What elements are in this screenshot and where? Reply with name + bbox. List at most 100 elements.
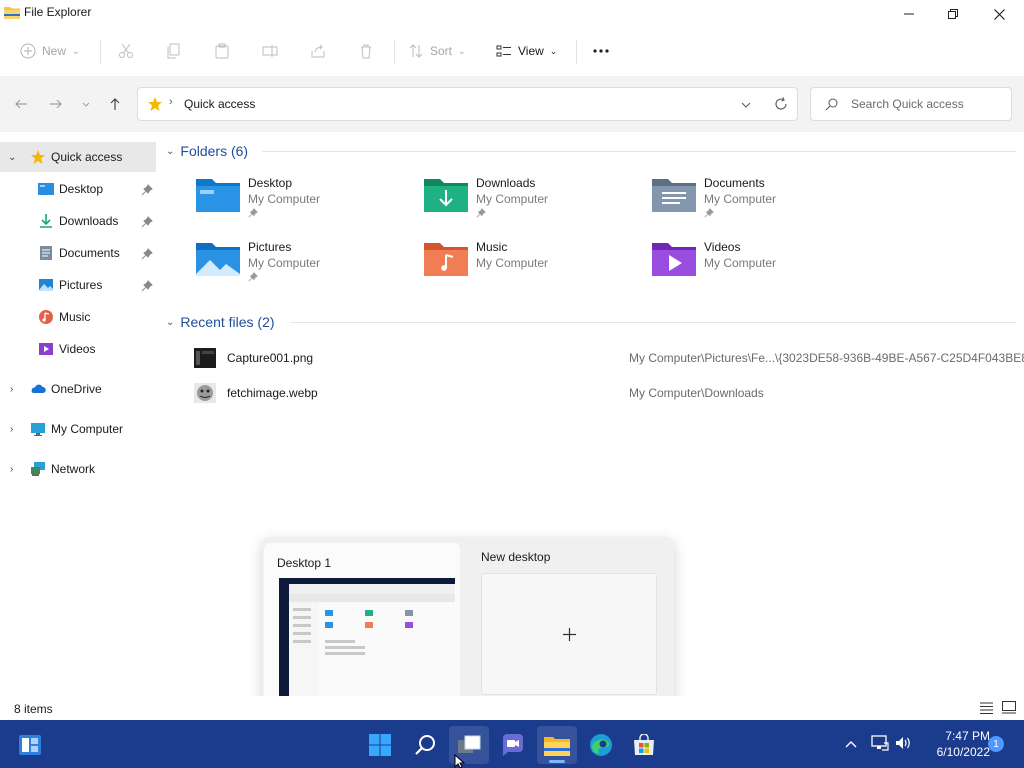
start-button[interactable] <box>360 726 400 764</box>
widgets-button[interactable] <box>10 726 50 764</box>
minimize-button[interactable] <box>886 0 932 28</box>
chevron-down-icon: ⌄ <box>549 45 558 56</box>
maximize-button[interactable] <box>930 0 976 28</box>
desktop-1-card[interactable]: Desktop 1 <box>264 543 460 708</box>
sidebar-item-desktop[interactable]: Desktop <box>0 174 156 204</box>
store-button[interactable] <box>624 726 664 764</box>
folders-section-header[interactable]: ⌄ Folders (6) <box>166 143 248 159</box>
sidebar-item-quick-access[interactable]: ⌄ Quick access <box>0 142 156 172</box>
videos-folder-icon <box>652 243 696 276</box>
divider <box>576 40 577 64</box>
store-icon <box>634 734 654 755</box>
chevron-right-icon: › <box>169 96 173 108</box>
new-desktop-button[interactable] <box>481 573 657 695</box>
folder-tile-downloads[interactable]: Downloads My Computer <box>424 176 644 232</box>
pin-icon[interactable] <box>141 248 153 260</box>
folder-tile-pictures[interactable]: Pictures My Computer <box>196 240 416 296</box>
search-box[interactable]: Search Quick access <box>810 87 1012 121</box>
recent-file-row[interactable]: Capture001.png My Computer\Pictures\Fe..… <box>192 346 1024 372</box>
edge-button[interactable] <box>581 726 621 764</box>
sort-button[interactable]: Sort ⌄ <box>408 38 466 64</box>
pin-icon[interactable] <box>141 216 153 228</box>
more-options-button[interactable] <box>592 38 610 64</box>
tiles-view-icon[interactable] <box>1002 701 1016 714</box>
view-icon <box>496 45 511 57</box>
chat-button[interactable] <box>493 726 533 764</box>
pin-icon[interactable] <box>141 280 153 292</box>
sidebar-item-label: Videos <box>59 342 96 356</box>
computer-icon <box>31 423 45 436</box>
paste-button[interactable] <box>214 38 230 64</box>
divider <box>290 322 1016 323</box>
desktop-folder-icon <box>38 183 54 195</box>
address-row: › Quick access Search Quick access <box>0 76 1024 132</box>
rename-button[interactable] <box>262 38 278 64</box>
sidebar-item-documents[interactable]: Documents <box>0 238 156 268</box>
file-name: Capture001.png <box>227 351 314 365</box>
divider <box>100 40 101 64</box>
share-button[interactable] <box>310 38 326 64</box>
folder-tile-documents[interactable]: Documents My Computer <box>652 176 872 232</box>
folder-location: My Computer <box>248 192 321 206</box>
address-bar[interactable]: › Quick access <box>137 87 798 121</box>
desktop-1-label: Desktop 1 <box>277 556 332 570</box>
notification-badge[interactable]: 1 <box>988 736 1004 752</box>
chevron-down-icon[interactable] <box>741 100 751 110</box>
network-icon <box>31 462 45 476</box>
navigation-pane: ⌄ Quick access Desktop Downloads Documen… <box>0 132 156 696</box>
divider <box>262 151 1016 152</box>
task-view-icon <box>458 735 481 753</box>
chevron-up-icon[interactable] <box>845 739 857 749</box>
video-icon <box>39 343 53 355</box>
refresh-icon[interactable] <box>774 97 788 111</box>
cut-button[interactable] <box>118 38 134 64</box>
search-icon <box>825 98 838 111</box>
section-title: Recent files (2) <box>180 314 275 330</box>
search-button[interactable] <box>405 726 445 764</box>
chevron-down-icon: ⌄ <box>166 145 175 157</box>
mouse-cursor-icon <box>454 754 466 768</box>
sidebar-item-onedrive[interactable]: › OneDrive <box>0 374 156 404</box>
folder-location: My Computer <box>704 192 777 206</box>
delete-button[interactable] <box>358 38 374 64</box>
pin-icon <box>476 208 486 218</box>
sidebar-item-downloads[interactable]: Downloads <box>0 206 156 236</box>
search-input[interactable]: Search Quick access <box>851 97 964 111</box>
desktop-folder-icon <box>196 179 240 212</box>
sidebar-item-music[interactable]: Music <box>0 302 156 332</box>
sidebar-item-network[interactable]: › Network <box>0 454 156 484</box>
sidebar-item-label: Music <box>59 310 91 324</box>
pin-icon[interactable] <box>141 184 153 196</box>
sidebar-item-pictures[interactable]: Pictures <box>0 270 156 300</box>
volume-icon[interactable] <box>895 735 913 751</box>
back-button[interactable] <box>12 95 30 113</box>
recent-file-row[interactable]: fetchimage.webp My Computer\Downloads <box>192 381 1022 407</box>
folder-tile-videos[interactable]: Videos My Computer <box>652 240 872 296</box>
sidebar-item-my-computer[interactable]: › My Computer <box>0 414 156 444</box>
new-button[interactable]: New ⌄ <box>20 38 80 64</box>
details-view-icon[interactable] <box>980 702 993 714</box>
file-explorer-taskbar-button[interactable] <box>537 726 577 764</box>
clock-date: 6/10/2022 <box>936 745 990 759</box>
up-button[interactable] <box>106 95 124 113</box>
copy-button[interactable] <box>166 38 182 64</box>
close-button[interactable] <box>976 0 1022 28</box>
folder-location: My Computer <box>476 256 549 270</box>
desktop-thumbnail <box>279 578 455 702</box>
search-icon <box>415 735 435 755</box>
folder-tile-desktop[interactable]: Desktop My Computer <box>196 176 416 232</box>
recent-locations-button[interactable] <box>77 95 95 113</box>
clock[interactable]: 7:47 PM 6/10/2022 <box>918 728 990 760</box>
sidebar-item-label: Network <box>51 462 96 476</box>
recent-section-header[interactable]: ⌄ Recent files (2) <box>166 314 275 330</box>
sidebar-item-videos[interactable]: Videos <box>0 334 156 364</box>
sidebar-item-label: Downloads <box>59 214 119 228</box>
folder-tile-music[interactable]: Music My Computer <box>424 240 644 296</box>
view-button[interactable]: View ⌄ <box>496 38 557 64</box>
music-icon <box>39 310 53 324</box>
sort-label: Sort <box>430 44 453 58</box>
document-icon <box>40 246 52 260</box>
download-icon <box>40 214 52 228</box>
network-status-icon[interactable] <box>871 735 889 751</box>
forward-button[interactable] <box>47 95 65 113</box>
